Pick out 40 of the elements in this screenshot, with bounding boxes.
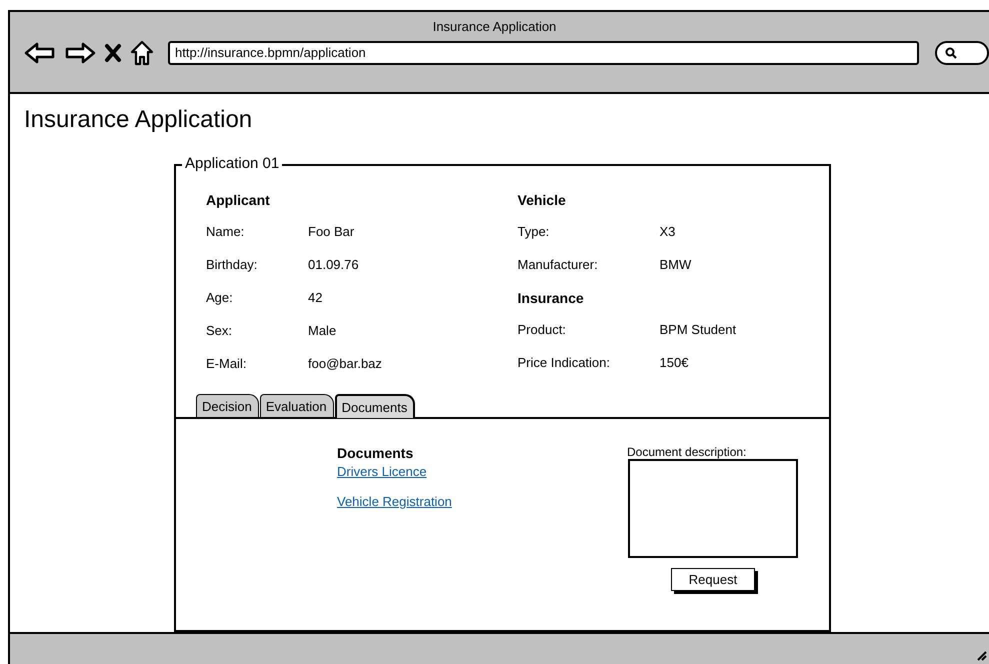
tab[interactable]: Documents: [334, 394, 416, 418]
home-icon[interactable]: [130, 40, 154, 66]
document-link[interactable]: Vehicle Registration: [337, 494, 452, 509]
search-field[interactable]: [935, 41, 989, 65]
field-label: Manufacturer:: [518, 257, 599, 274]
field-value: Foo Bar: [308, 224, 354, 241]
field-value: Male: [308, 323, 336, 340]
tab[interactable]: Evaluation: [260, 394, 334, 418]
field-label: Age:: [206, 290, 234, 307]
panel-legend: Application 01: [182, 155, 282, 172]
field-value: BPM Student: [660, 322, 736, 339]
window-title: Insurance Application: [432, 18, 558, 34]
field-value: 42: [308, 290, 322, 307]
document-link[interactable]: Drivers Licence: [337, 464, 427, 479]
field-value: foo@bar.baz: [308, 356, 382, 373]
page-title: Insurance Application: [24, 106, 252, 134]
request-button[interactable]: Request: [671, 568, 755, 591]
forward-icon[interactable]: [64, 41, 96, 65]
close-icon[interactable]: [104, 43, 122, 63]
field-label: E-Mail:: [206, 356, 248, 373]
address-field[interactable]: http://insurance.bpmn/application: [168, 41, 919, 65]
field-label: Price Indication:: [518, 355, 611, 372]
back-icon[interactable]: [24, 41, 56, 65]
field-label: Name:: [206, 224, 246, 241]
field-label: Birthday:: [206, 257, 258, 274]
description-label: Document description:: [627, 445, 746, 459]
field-value: BMW: [660, 257, 692, 274]
description-field[interactable]: [628, 459, 798, 558]
section-heading: Insurance: [518, 290, 585, 308]
field-label: Product:: [518, 322, 567, 339]
field-value: 150€: [660, 355, 688, 372]
section-heading: Vehicle: [518, 192, 567, 210]
field-label: Type:: [518, 224, 550, 241]
field-value: 01.09.76: [308, 257, 359, 274]
field-label: Sex:: [206, 323, 234, 340]
tab[interactable]: Decision: [196, 394, 259, 418]
search-icon: [945, 47, 957, 59]
section-heading: Applicant: [206, 192, 271, 210]
field-value: X3: [660, 224, 676, 241]
documents-heading: Documents: [337, 445, 414, 461]
